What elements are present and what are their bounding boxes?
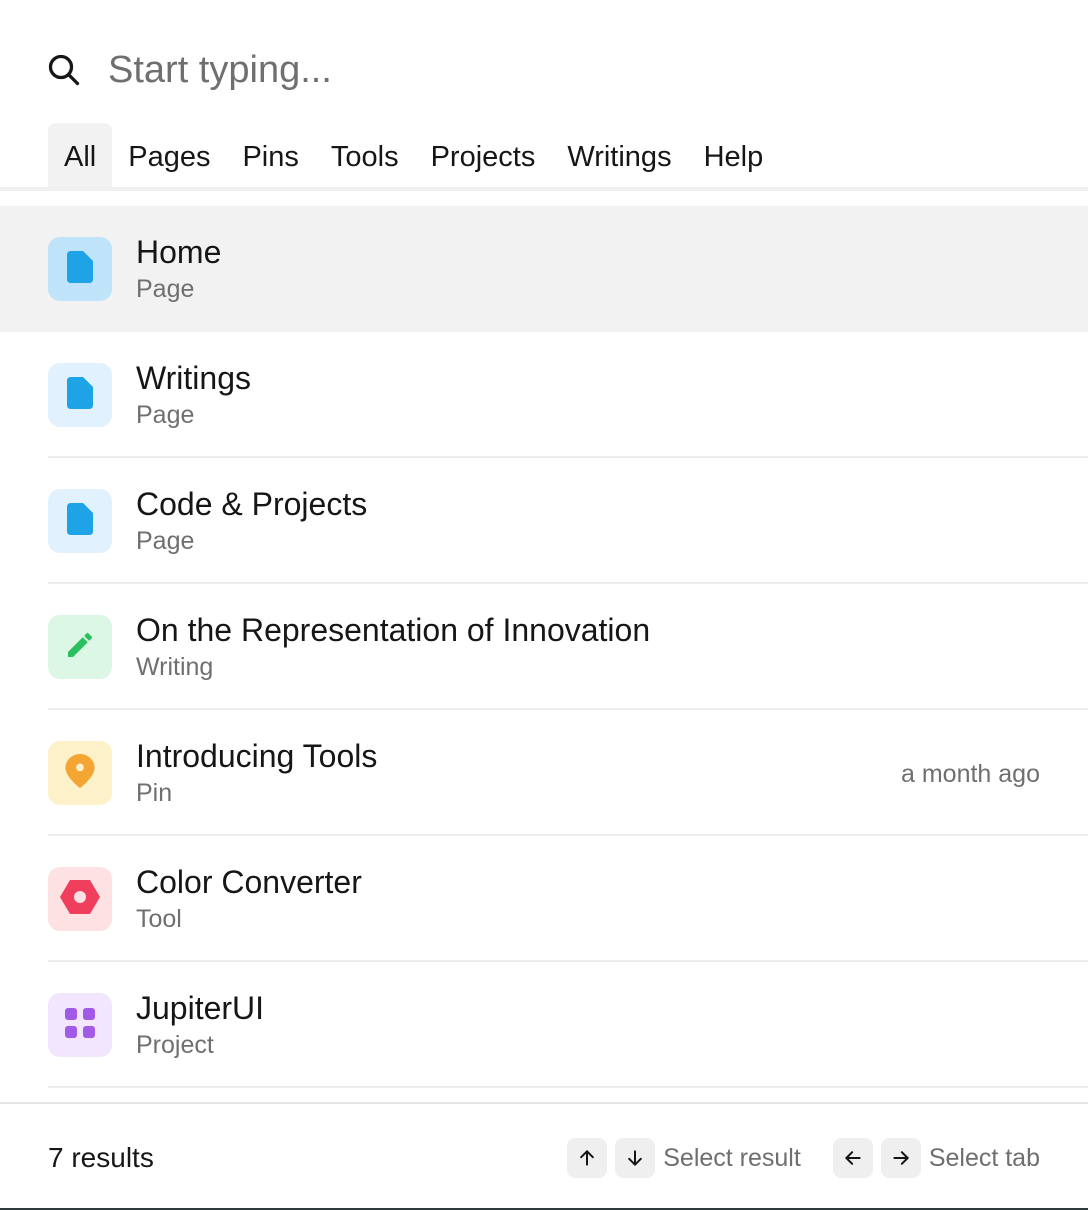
arrow-down-key-icon: [615, 1138, 656, 1178]
search-bar: [48, 44, 1048, 96]
tab-pages[interactable]: Pages: [112, 123, 226, 191]
result-title: Introducing Tools: [136, 738, 378, 774]
result-item-color-converter[interactable]: Color Converter Tool: [0, 836, 1088, 962]
map-pin-icon: [65, 753, 95, 793]
result-title: Color Converter: [136, 864, 362, 900]
result-title: JupiterUI: [136, 990, 265, 1026]
result-tile: [48, 993, 112, 1057]
tab-projects[interactable]: Projects: [415, 123, 552, 191]
keyboard-hints: Select result Select tab: [567, 1138, 1040, 1178]
result-title: Code & Projects: [136, 486, 368, 522]
result-item-home[interactable]: Home Page: [0, 206, 1088, 332]
row-divider: [48, 1086, 1088, 1088]
result-title: Home: [136, 234, 222, 270]
arrow-right-key-icon: [880, 1138, 921, 1178]
tabs-divider: [0, 187, 1088, 191]
result-type: Project: [136, 1031, 214, 1059]
result-tile: [48, 237, 112, 301]
footer: 7 results Select result Select tab: [0, 1104, 1088, 1210]
search-input[interactable]: [108, 48, 968, 92]
result-item-writings[interactable]: Writings Page: [0, 332, 1088, 458]
grid-icon: [65, 1007, 95, 1043]
tab-help[interactable]: Help: [688, 123, 780, 191]
result-item-introducing-tools[interactable]: Introducing Tools Pin a month ago: [0, 710, 1088, 836]
tab-bar: All Pages Pins Tools Projects Writings H…: [48, 123, 779, 191]
result-type: Page: [136, 527, 195, 555]
result-title: Writings: [136, 360, 251, 396]
tab-tools[interactable]: Tools: [315, 123, 415, 191]
arrow-left-key-icon: [832, 1138, 873, 1178]
result-type: Tool: [136, 905, 182, 933]
select-result-hint: Select result: [663, 1143, 801, 1172]
results-list: Home Page Writings Page Code & Projects …: [0, 206, 1088, 1088]
result-item-code-projects[interactable]: Code & Projects Page: [0, 458, 1088, 584]
arrow-up-key-icon: [567, 1138, 608, 1178]
page-icon: [67, 250, 93, 288]
result-item-representation-of-innovation[interactable]: On the Representation of Innovation Writ…: [0, 584, 1088, 710]
result-title: On the Representation of Innovation: [136, 612, 651, 648]
result-tile: [48, 867, 112, 931]
hexagon-tool-icon: [60, 879, 100, 919]
page-icon: [67, 376, 93, 414]
result-tile: [48, 615, 112, 679]
result-type: Page: [136, 401, 195, 429]
results-count: 7 results: [48, 1142, 154, 1173]
tab-writings[interactable]: Writings: [551, 123, 687, 191]
result-type: Writing: [136, 653, 214, 681]
result-tile: [48, 741, 112, 805]
result-item-jupiterui[interactable]: JupiterUI Project: [0, 962, 1088, 1088]
page-icon: [67, 502, 93, 540]
tab-pins[interactable]: Pins: [226, 123, 314, 191]
command-palette: All Pages Pins Tools Projects Writings H…: [0, 0, 1088, 1210]
search-icon: [44, 50, 84, 90]
pencil-icon: [64, 629, 96, 666]
select-tab-hint: Select tab: [928, 1143, 1040, 1172]
result-tile: [48, 363, 112, 427]
result-type: Pin: [136, 779, 173, 807]
result-tile: [48, 489, 112, 553]
tab-all[interactable]: All: [48, 123, 113, 191]
result-type: Page: [136, 275, 195, 303]
result-timestamp: a month ago: [901, 760, 1040, 788]
